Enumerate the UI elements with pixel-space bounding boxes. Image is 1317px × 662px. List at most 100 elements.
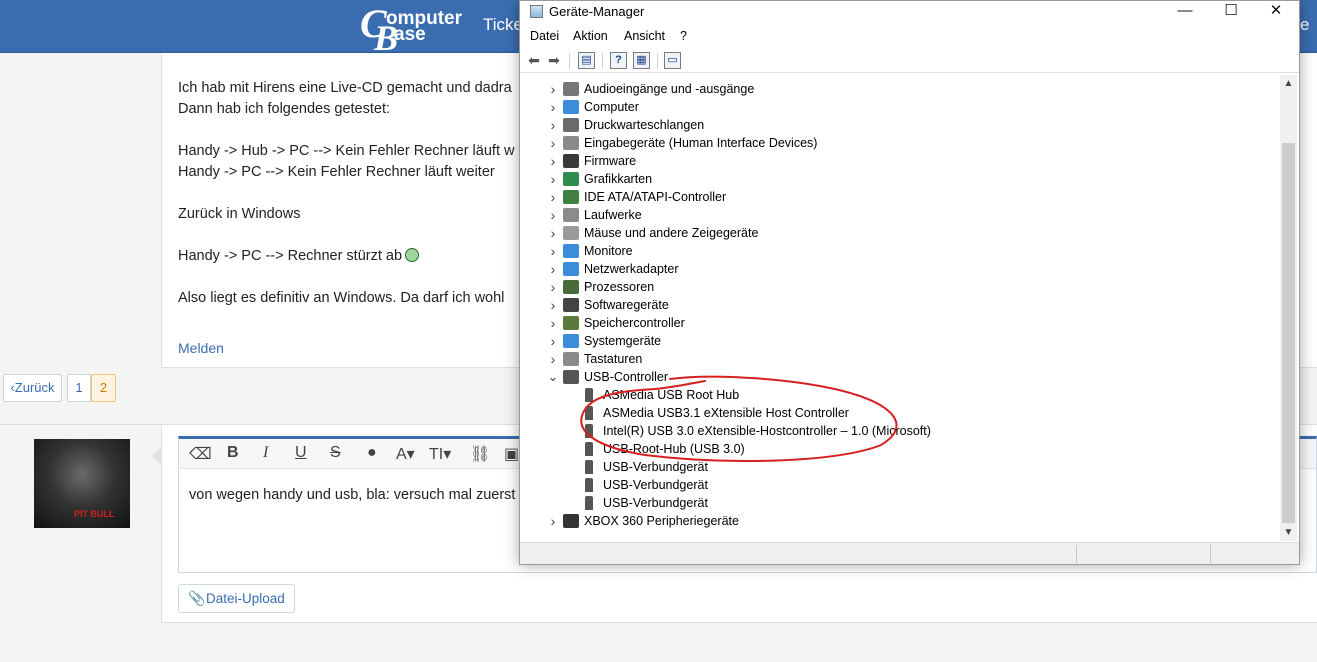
scroll-down-icon[interactable]: ▼ (1280, 524, 1297, 541)
tree-category-item[interactable]: › Netzwerkadapter (520, 260, 1280, 278)
font-size-button[interactable]: A▾ (396, 444, 415, 464)
help-icon[interactable]: ? (610, 52, 627, 69)
tree-category-item[interactable]: › Monitore (520, 242, 1280, 260)
chevron-down-icon[interactable]: ⌄ (547, 368, 559, 386)
menu-view[interactable]: Ansicht (624, 29, 665, 43)
tree-category-item[interactable]: › Systemgeräte (520, 332, 1280, 350)
italic-button[interactable]: I (263, 444, 268, 462)
menu-action[interactable]: Aktion (573, 29, 608, 43)
tree-category-item[interactable]: ⌄ USB-Controller (520, 368, 1280, 386)
device-tree[interactable]: › Audioeingänge und -ausgänge › Computer › Dr… (520, 75, 1280, 541)
gamepad-icon (563, 514, 579, 528)
computerbase-logo[interactable]: C omputer B ase (358, 2, 463, 59)
software-device-icon (563, 298, 579, 312)
chevron-right-icon[interactable]: › (547, 332, 559, 350)
usb-icon (585, 388, 593, 402)
tree-item-label: Computer (584, 100, 639, 114)
window-titlebar[interactable]: Geräte-Manager — ☐ ✕ (520, 1, 1299, 23)
strikethrough-button[interactable]: S (330, 444, 341, 462)
chevron-right-icon[interactable]: › (547, 98, 559, 116)
tree-category-item[interactable]: › Audioeingänge und -ausgänge (520, 80, 1280, 98)
tree-child-item[interactable]: USB-Verbundgerät (520, 476, 1280, 494)
tree-category-item[interactable]: › Tastaturen (520, 350, 1280, 368)
tree-child-item[interactable]: USB-Verbundgerät (520, 494, 1280, 512)
scroll-up-icon[interactable]: ▲ (1280, 75, 1297, 92)
usb-icon (563, 370, 579, 384)
keyboard-icon (563, 352, 579, 366)
page-1-button[interactable]: 1 (67, 374, 91, 402)
tree-child-item[interactable]: ASMedia USB3.1 eXtensible Host Controlle… (520, 404, 1280, 422)
image-icon[interactable]: ▣ (504, 444, 519, 464)
tree-child-item[interactable]: USB-Root-Hub (USB 3.0) (520, 440, 1280, 458)
status-bar (520, 542, 1299, 564)
link-icon[interactable]: ⛓ (470, 444, 490, 464)
processor-icon (563, 280, 579, 294)
bold-button[interactable]: B (227, 444, 239, 462)
monitor-icon[interactable]: ▭ (664, 52, 681, 69)
text-style-button[interactable]: TI▾ (429, 444, 451, 464)
chevron-right-icon[interactable]: › (547, 350, 559, 368)
menu-file[interactable]: Datei (530, 29, 559, 43)
chevron-right-icon[interactable]: › (547, 296, 559, 314)
nav-right-link[interactable]: e (1300, 15, 1309, 35)
tree-item-label: USB-Root-Hub (USB 3.0) (603, 442, 745, 456)
tree-item-label: Tastaturen (584, 352, 643, 366)
chevron-right-icon[interactable]: › (547, 314, 559, 332)
chevron-right-icon[interactable]: › (547, 152, 559, 170)
back-arrow-icon[interactable]: ⬅ (526, 52, 542, 69)
chevron-right-icon[interactable]: › (547, 206, 559, 224)
view-icon[interactable]: ▦ (633, 52, 650, 69)
tree-category-item[interactable]: › Computer (520, 98, 1280, 116)
eraser-icon[interactable]: ⌫ (189, 444, 212, 464)
vertical-scrollbar[interactable]: ▲ ▼ (1280, 75, 1297, 541)
chevron-right-icon[interactable]: › (547, 170, 559, 188)
tree-category-item[interactable]: › Firmware (520, 152, 1280, 170)
tree-category-item[interactable]: › Prozessoren (520, 278, 1280, 296)
chevron-right-icon[interactable]: › (547, 512, 559, 530)
tree-category-item[interactable]: › Laufwerke (520, 206, 1280, 224)
tree-category-item[interactable]: › Speichercontroller (520, 314, 1280, 332)
chevron-right-icon[interactable]: › (547, 116, 559, 134)
menu-help[interactable]: ? (680, 29, 687, 43)
tree-category-item[interactable]: › Grafikkarten (520, 170, 1280, 188)
chevron-right-icon[interactable]: › (547, 242, 559, 260)
properties-icon[interactable]: ▤ (578, 52, 595, 69)
tree-category-item[interactable]: › Eingabegeräte (Human Interface Devices) (520, 134, 1280, 152)
maximize-button[interactable]: ☐ (1208, 1, 1254, 23)
chevron-right-icon[interactable]: › (547, 188, 559, 206)
post-text: Handy -> PC --> Rechner stürzt ab (178, 248, 403, 264)
chevron-right-icon[interactable]: › (547, 134, 559, 152)
editor-content[interactable]: von wegen handy und usb, bla: versuch ma… (189, 487, 515, 503)
tree-child-item[interactable]: USB-Verbundgerät (520, 458, 1280, 476)
minimize-button[interactable]: — (1162, 1, 1208, 23)
tree-item-label: Grafikkarten (584, 172, 653, 186)
printer-icon (563, 118, 579, 132)
pagination-back-button[interactable]: ‹Zurück (3, 374, 62, 402)
tree-child-item[interactable]: Intel(R) USB 3.0 eXtensible-Hostcontroll… (520, 422, 1280, 440)
tree-category-item[interactable]: › Softwaregeräte (520, 296, 1280, 314)
storage-controller-icon (563, 316, 579, 330)
scroll-thumb[interactable] (1282, 143, 1295, 523)
report-link[interactable]: Melden (178, 340, 224, 356)
usb-icon (585, 460, 593, 474)
chevron-right-icon[interactable]: › (547, 278, 559, 296)
nav-ticker-link[interactable]: Ticke (483, 15, 523, 35)
chevron-right-icon[interactable]: › (547, 80, 559, 98)
tree-category-item[interactable]: › XBOX 360 Peripheriegeräte (520, 512, 1280, 530)
chevron-right-icon[interactable]: › (547, 260, 559, 278)
chevron-right-icon[interactable]: › (547, 224, 559, 242)
tree-item-label: Intel(R) USB 3.0 eXtensible-Hostcontroll… (603, 424, 931, 438)
file-upload-button[interactable]: 📎 Datei-Upload (178, 584, 295, 613)
forward-arrow-icon[interactable]: ➡ (546, 52, 562, 69)
drop-icon[interactable]: ● (367, 444, 377, 462)
tree-category-item[interactable]: › Druckwarteschlangen (520, 116, 1280, 134)
tree-category-item[interactable]: › IDE ATA/ATAPI-Controller (520, 188, 1280, 206)
tree-item-label: Speichercontroller (584, 316, 685, 330)
page-2-button[interactable]: 2 (91, 374, 116, 402)
tree-child-item[interactable]: ASMedia USB Root Hub (520, 386, 1280, 404)
close-button[interactable]: ✕ (1253, 1, 1299, 23)
tree-category-item[interactable]: › Mäuse und andere Zeigegeräte (520, 224, 1280, 242)
post-text-line: Dann hab ich folgendes getestet: (178, 101, 391, 117)
underline-button[interactable]: U (295, 444, 307, 462)
avatar[interactable]: PIT BULL (34, 439, 130, 528)
